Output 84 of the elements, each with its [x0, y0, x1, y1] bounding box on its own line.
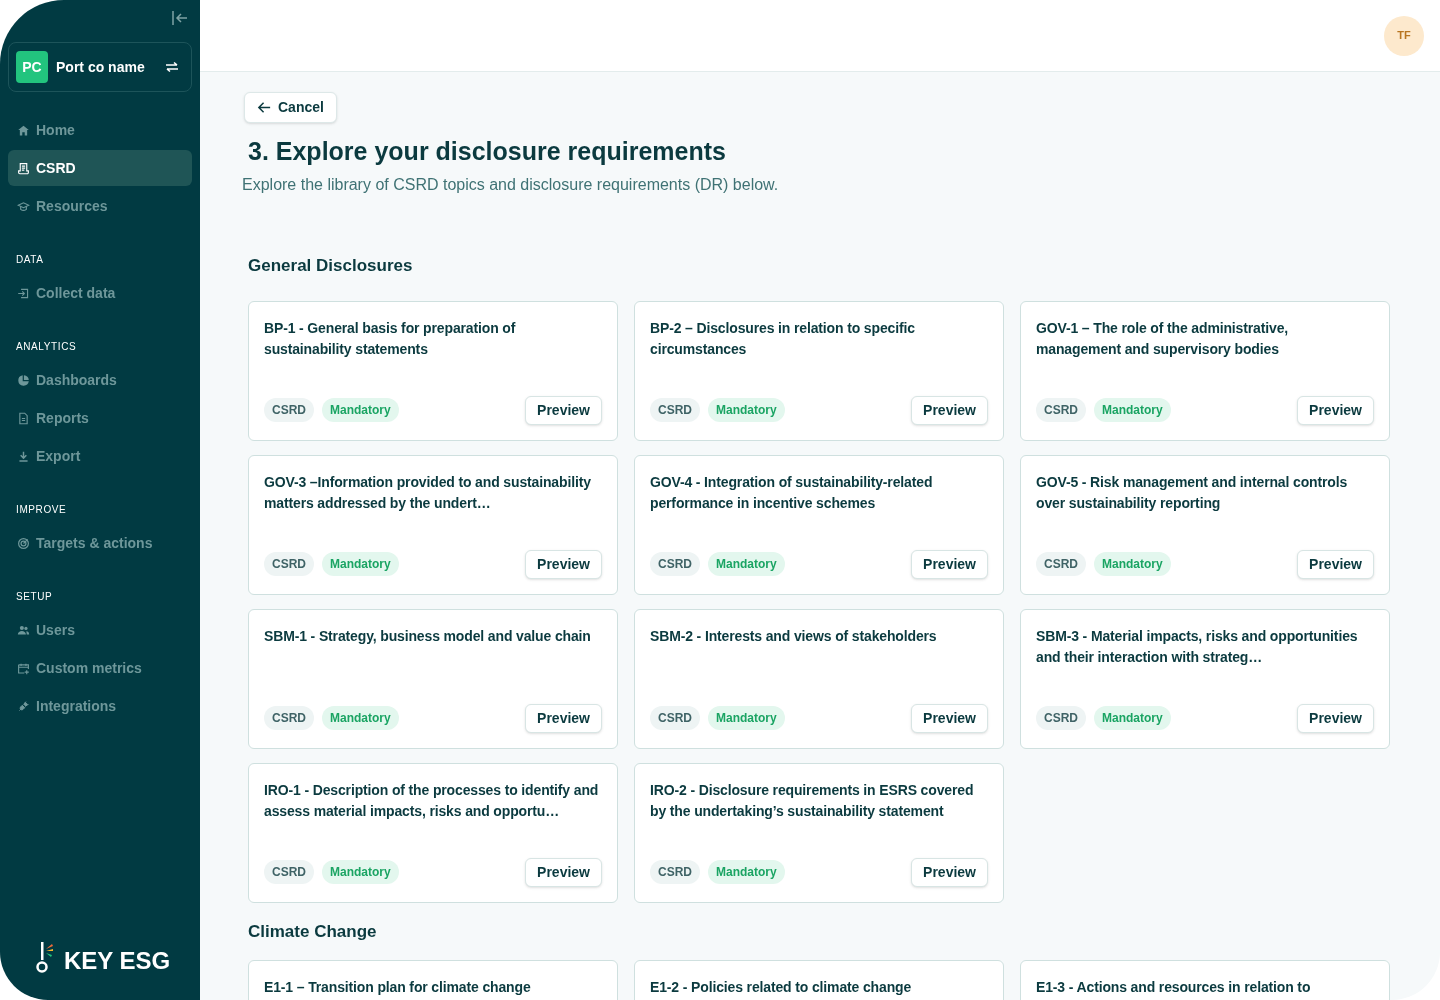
card-title: E1-3 - Actions and resources in relation to: [1036, 978, 1312, 997]
preview-button[interactable]: Preview: [1297, 395, 1374, 425]
tag: CSRD: [650, 860, 700, 884]
swap-icon: [164, 59, 180, 75]
preview-button[interactable]: Preview: [525, 703, 602, 733]
target-icon: [17, 536, 30, 550]
tag: CSRD: [1036, 552, 1086, 576]
sidebar-item[interactable]: Targets & actions: [8, 525, 192, 561]
tag: Mandatory: [708, 552, 785, 576]
workspace-avatar: PC: [16, 51, 48, 83]
collapse-icon[interactable]: [170, 8, 190, 28]
document-icon: [17, 411, 30, 425]
tag: Mandatory: [1094, 706, 1171, 730]
tag: CSRD: [1036, 398, 1086, 422]
preview-button[interactable]: Preview: [911, 395, 988, 425]
card-title: IRO-1 - Description of the processes to identify and assess material impacts, risks and opportu…: [264, 780, 600, 821]
card-title: E1-1 – Transition plan for climate change: [264, 978, 532, 997]
tag: CSRD: [264, 706, 314, 730]
workspace-switcher[interactable]: PC Port co name: [8, 42, 192, 92]
sidebar-item[interactable]: Home: [8, 112, 192, 148]
tag: CSRD: [650, 706, 700, 730]
page-subtitle: Explore the library of CSRD topics and disclosure requirements (DR) below.: [242, 175, 780, 195]
card-title: GOV-4 - Integration of sustainability-related performance in incentive schemes: [650, 472, 934, 513]
section-heading: DATA: [15, 253, 45, 267]
tag: CSRD: [264, 552, 314, 576]
sidebar-item[interactable]: Resources: [8, 188, 192, 224]
card-title: GOV-3 –Information provided to and sustainability matters addressed by the undert…: [264, 472, 592, 513]
sidebar-item[interactable]: Users: [8, 612, 192, 648]
tag: Mandatory: [322, 860, 399, 884]
tag: Mandatory: [322, 552, 399, 576]
calendar-plus-icon: [17, 661, 30, 675]
card-title: SBM-2 - Interests and views of stakeholders: [650, 626, 938, 646]
section-heading: General Disclosures: [248, 255, 414, 277]
sidebar-item[interactable]: Collect data: [8, 275, 192, 311]
users-icon: [17, 623, 30, 637]
brand-name: KEY ESG: [64, 949, 171, 973]
tag: CSRD: [1036, 706, 1086, 730]
tag: Mandatory: [708, 706, 785, 730]
preview-button[interactable]: Preview: [911, 703, 988, 733]
page-title: 3. Explore your disclosure requirements: [248, 136, 727, 167]
tag: Mandatory: [1094, 398, 1171, 422]
sidebar-item[interactable]: CSRD: [8, 150, 192, 186]
section-heading: IMPROVE: [15, 503, 68, 517]
preview-button[interactable]: Preview: [525, 549, 602, 579]
plug-icon: [17, 699, 30, 713]
section-heading: SETUP: [15, 590, 54, 604]
card-title: GOV-1 – The role of the administrative, management and supervisory bodies: [1036, 318, 1290, 359]
preview-button[interactable]: Preview: [911, 549, 988, 579]
preview-button[interactable]: Preview: [525, 857, 602, 887]
home-icon: [17, 123, 30, 137]
preview-button[interactable]: Preview: [1297, 549, 1374, 579]
download-icon: [17, 449, 30, 463]
graduation-cap-icon: [17, 199, 30, 213]
workspace-name: Port co name: [56, 57, 146, 77]
card-title: SBM-1 - Strategy, business model and value chain: [264, 626, 592, 646]
sidebar-item[interactable]: Reports: [8, 400, 192, 436]
card-title: E1-2 - Policies related to climate change: [650, 978, 913, 997]
sidebar-item[interactable]: Custom metrics: [8, 650, 192, 686]
sidebar-item[interactable]: Dashboards: [8, 362, 192, 398]
card-title: SBM-3 - Material impacts, risks and opportunities and their interaction with strateg…: [1036, 626, 1359, 667]
card-title: BP-1 - General basis for preparation of sustainability statements: [264, 318, 517, 359]
sidebar-item[interactable]: Integrations: [8, 688, 192, 724]
tag: CSRD: [264, 860, 314, 884]
preview-button[interactable]: Preview: [1297, 703, 1374, 733]
back-arrow-icon: [257, 100, 272, 115]
tag: Mandatory: [1094, 552, 1171, 576]
card-title: GOV-5 - Risk management and internal controls over sustainability reporting: [1036, 472, 1349, 513]
section-heading: ANALYTICS: [15, 340, 78, 354]
tag: CSRD: [264, 398, 314, 422]
preview-button[interactable]: Preview: [525, 395, 602, 425]
card-title: IRO-2 - Disclosure requirements in ESRS covered by the undertaking’s sustainability statement: [650, 780, 975, 821]
preview-button[interactable]: Preview: [911, 857, 988, 887]
tag: Mandatory: [322, 398, 399, 422]
import-icon: [17, 286, 30, 300]
cancel-button[interactable]: Cancel: [244, 92, 337, 123]
tag: CSRD: [650, 552, 700, 576]
card-title: BP-2 – Disclosures in relation to specific circumstances: [650, 318, 916, 359]
tag: Mandatory: [708, 398, 785, 422]
tag: Mandatory: [708, 860, 785, 884]
sidebar-item[interactable]: Export: [8, 438, 192, 474]
pie-chart-icon: [17, 373, 30, 387]
section-heading: Climate Change: [248, 920, 378, 943]
tag: Mandatory: [322, 706, 399, 730]
tag: CSRD: [650, 398, 700, 422]
